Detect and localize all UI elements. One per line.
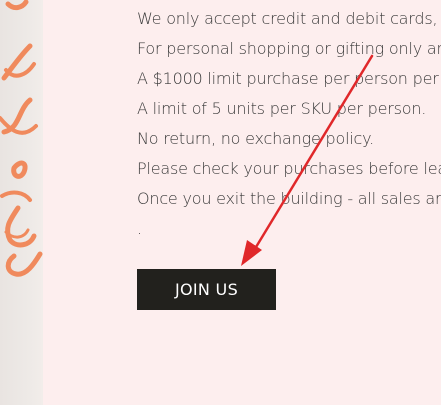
policy-line-payment: We only accept credit and debit cards, V — [137, 9, 441, 28]
page: We only accept credit and debit cards, V… — [0, 0, 441, 405]
policy-line-sku-limit: A limit of 5 units per SKU per person. — [137, 99, 427, 118]
policy-line-no-return: No return, no exchange policy. — [137, 129, 375, 148]
policy-line-period: . — [137, 219, 142, 238]
decorative-brush-art-image — [0, 0, 43, 405]
policy-line-personal-use: For personal shopping or gifting only an… — [137, 39, 441, 58]
main-content: We only accept credit and debit cards, V… — [43, 0, 441, 405]
join-us-button[interactable]: JOIN US — [137, 269, 276, 310]
brush-lettering-graphic — [0, 0, 43, 277]
purchase-policy-list: We only accept credit and debit cards, V… — [137, 4, 441, 244]
policy-line-check-purchases: Please check your purchases before leav — [137, 159, 441, 178]
policy-line-purchase-limit: A $1000 limit purchase per person per d — [137, 69, 441, 88]
policy-line-final-sale: Once you exit the building - all sales a… — [137, 189, 441, 208]
